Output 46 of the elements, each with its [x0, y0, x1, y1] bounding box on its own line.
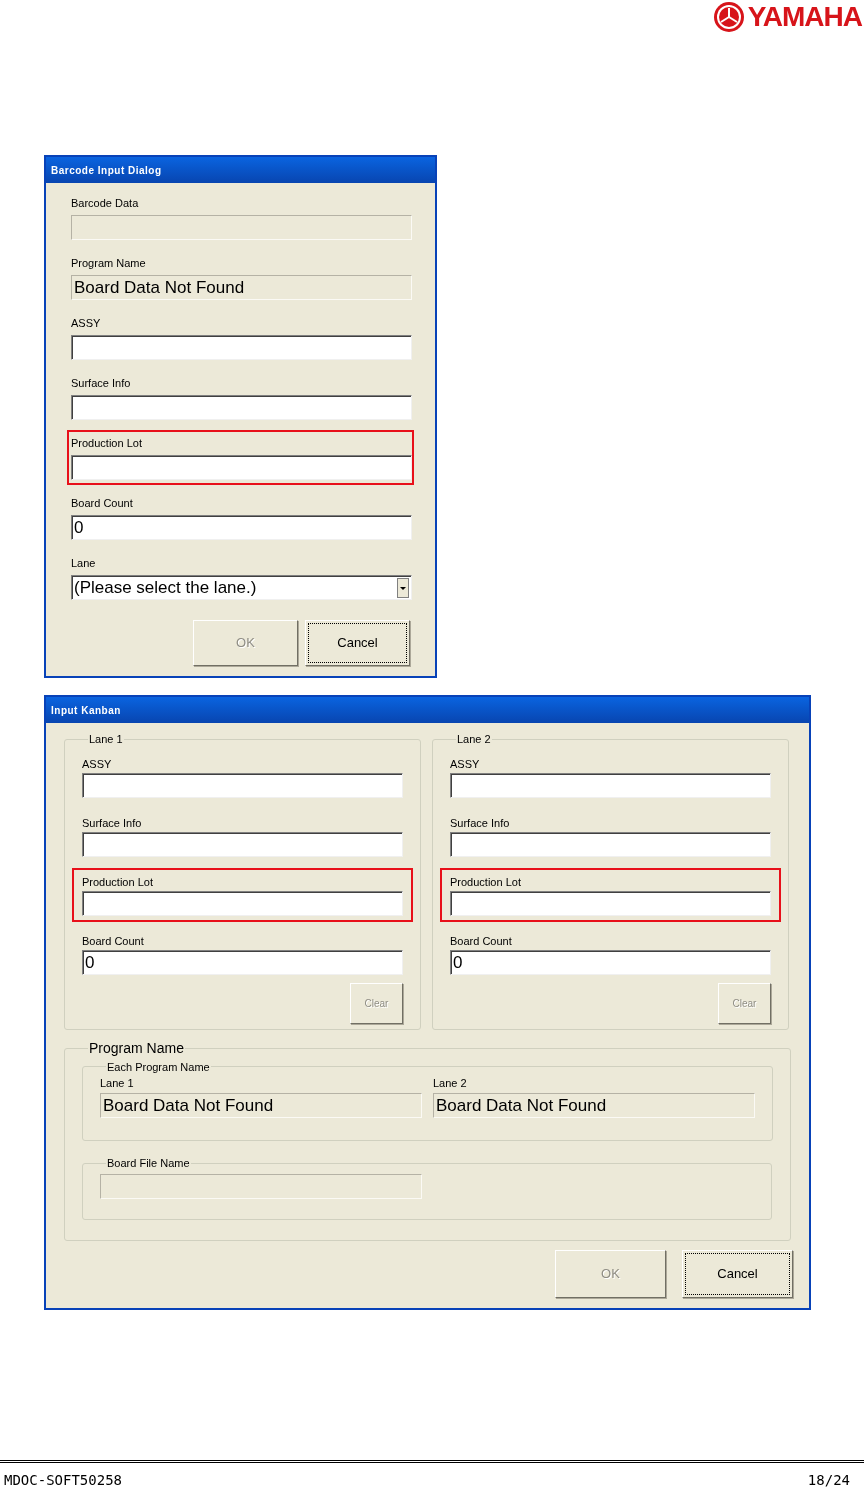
input-field[interactable] [71, 395, 412, 420]
page-number: 18/24 [807, 1471, 850, 1488]
field-label: Board Count [71, 496, 134, 511]
logo-text: YAMAHA [747, 3, 862, 31]
field-label: Production Lot [82, 874, 154, 890]
group-label: Each Program Name [106, 1059, 211, 1075]
field-label: Surface Info [450, 815, 511, 831]
window-title: Barcode Input Dialog [46, 157, 435, 183]
input-field[interactable] [82, 890, 403, 916]
input-field: Board Data Not Found [433, 1093, 755, 1118]
dialog-button[interactable]: Cancel [305, 620, 410, 666]
window-title: Input Kanban [46, 697, 809, 723]
field-label: Lane [71, 556, 97, 571]
field-label: Lane 2 [433, 1076, 468, 1091]
input-field[interactable] [450, 890, 771, 916]
input-field[interactable] [450, 772, 771, 798]
input-field[interactable]: 0 [71, 515, 412, 540]
field-label: Surface Info [82, 815, 143, 831]
input-field[interactable]: 0 [82, 949, 403, 975]
input-field[interactable] [71, 335, 412, 360]
field-label: ASSY [82, 756, 113, 772]
group-label: Board File Name [106, 1156, 191, 1171]
dropdown-field[interactable]: (Please select the lane.) [71, 575, 412, 600]
input-field[interactable] [71, 455, 412, 480]
field-label: Board Count [82, 933, 145, 949]
field-label: Barcode Data [71, 196, 140, 211]
input-field[interactable] [450, 831, 771, 857]
group-label: Program Name [88, 1038, 185, 1058]
document-id: MDOC-SOFT50258 [4, 1471, 122, 1488]
input-field[interactable] [82, 772, 403, 798]
input-field: Board Data Not Found [71, 275, 412, 300]
field-label: Production Lot [450, 874, 522, 890]
input-field[interactable] [82, 831, 403, 857]
field-label: ASSY [450, 756, 481, 772]
field-label: ASSY [71, 316, 102, 331]
field-label: Board Count [450, 933, 513, 949]
input-field[interactable]: 0 [450, 949, 771, 975]
group-label: Lane 1 [88, 732, 124, 747]
field-label: Surface Info [71, 376, 132, 391]
field-label: Lane 1 [100, 1076, 135, 1091]
group-label: Lane 2 [456, 732, 492, 747]
input-field: Board Data Not Found [100, 1093, 422, 1118]
field-label: Production Lot [71, 436, 143, 451]
caret-icon [397, 577, 409, 598]
dialog-button[interactable]: Cancel [682, 1249, 793, 1298]
field-label: Program Name [71, 256, 147, 271]
